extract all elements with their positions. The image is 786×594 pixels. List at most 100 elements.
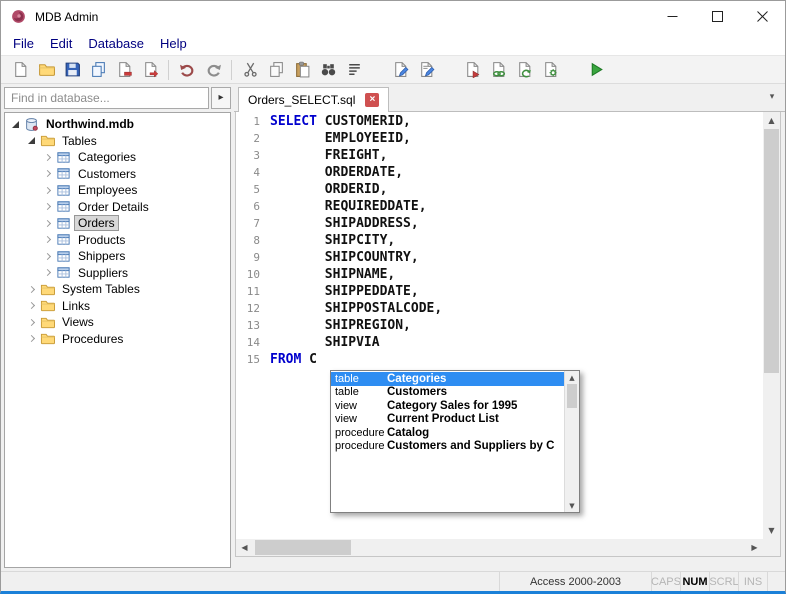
editor-horizontal-scrollbar[interactable]: ◀ ▶	[236, 539, 763, 556]
paste-button[interactable]	[289, 58, 315, 82]
tree-item-links[interactable]: Links	[5, 298, 230, 315]
autocomplete-kind: view	[331, 400, 387, 412]
tree-item-customers[interactable]: Customers	[5, 166, 230, 183]
tree-item-order-details[interactable]: Order Details	[5, 199, 230, 216]
app-logo-rose-icon	[10, 8, 27, 25]
tree-item-categories[interactable]: Categories	[5, 149, 230, 166]
scroll-right-icon[interactable]: ▶	[746, 539, 763, 556]
import-button[interactable]	[511, 58, 537, 82]
sql-editor[interactable]: 1SELECT CUSTOMERID,2 EMPLOYEEID,3 FREIGH…	[235, 112, 781, 557]
tree-arrow[interactable]	[41, 204, 54, 209]
editor-vertical-scrollbar[interactable]: ▲ ▼	[763, 112, 780, 539]
autocomplete-item-customers-and-suppliers-by-c[interactable]: procedureCustomers and Suppliers by C	[331, 440, 564, 454]
table-icon	[56, 183, 71, 198]
tree-item-tables[interactable]: Tables	[5, 133, 230, 150]
scroll-track[interactable]	[253, 539, 746, 556]
tree-item-shippers[interactable]: Shippers	[5, 248, 230, 265]
code-line: 8 SHIPCITY,	[240, 233, 762, 250]
tree-arrow[interactable]	[9, 121, 22, 128]
edit-query-button[interactable]	[413, 58, 439, 82]
open-database-button[interactable]	[33, 58, 59, 82]
menu-edit[interactable]: Edit	[42, 34, 80, 53]
scroll-track[interactable]	[565, 384, 579, 499]
run-query-button[interactable]	[583, 58, 609, 82]
code-text: SHIPADDRESS,	[270, 216, 419, 231]
copy-icon	[268, 61, 285, 78]
scroll-thumb[interactable]	[567, 384, 577, 408]
export-button[interactable]	[137, 58, 163, 82]
tab-close-icon[interactable]: ×	[365, 93, 379, 107]
autocomplete-item-categories[interactable]: tableCategories	[331, 372, 564, 386]
copy-button[interactable]	[263, 58, 289, 82]
scroll-thumb[interactable]	[764, 129, 779, 373]
database-icon	[24, 117, 39, 132]
scroll-thumb[interactable]	[255, 540, 351, 555]
save-button[interactable]	[59, 58, 85, 82]
script-button[interactable]	[341, 58, 367, 82]
toolbar-separator	[168, 60, 169, 80]
linked-tables-button[interactable]	[485, 58, 511, 82]
redo-button[interactable]	[200, 58, 226, 82]
database-options-button[interactable]	[537, 58, 563, 82]
tree-arrow[interactable]	[41, 254, 54, 259]
code-line: 14 SHIPVIA	[240, 335, 762, 352]
tree-item-suppliers[interactable]: Suppliers	[5, 265, 230, 282]
tree-arrow[interactable]	[25, 303, 38, 308]
undo-button[interactable]	[174, 58, 200, 82]
tree-arrow[interactable]	[41, 221, 54, 226]
chevron-right-icon	[28, 302, 35, 309]
autocomplete-item-customers[interactable]: tableCustomers	[331, 386, 564, 400]
save-all-button[interactable]	[85, 58, 111, 82]
scroll-down-icon[interactable]: ▼	[565, 499, 579, 512]
tree-item-employees[interactable]: Employees	[5, 182, 230, 199]
tree-item-procedures[interactable]: Procedures	[5, 331, 230, 348]
find-button[interactable]	[315, 58, 341, 82]
tree-item-system-tables[interactable]: System Tables	[5, 281, 230, 298]
scroll-up-icon[interactable]: ▲	[565, 371, 579, 384]
tree-item-products[interactable]: Products	[5, 232, 230, 249]
autocomplete-item-current-product-list[interactable]: viewCurrent Product List	[331, 413, 564, 427]
table-icon	[56, 150, 71, 165]
tree-item-views[interactable]: Views	[5, 314, 230, 331]
tree-arrow[interactable]	[41, 155, 54, 160]
tree-arrow[interactable]	[25, 320, 38, 325]
tree-arrow[interactable]	[41, 171, 54, 176]
scroll-track[interactable]	[763, 129, 780, 522]
menu-database[interactable]: Database	[80, 34, 152, 53]
tree-arrow[interactable]	[41, 188, 54, 193]
close-file-button[interactable]	[111, 58, 137, 82]
menu-help[interactable]: Help	[152, 34, 195, 53]
maximize-button[interactable]	[695, 1, 740, 32]
scroll-left-icon[interactable]: ◀	[236, 539, 253, 556]
tree-arrow[interactable]	[41, 237, 54, 242]
new-query-button[interactable]	[387, 58, 413, 82]
scroll-up-icon[interactable]: ▲	[763, 112, 780, 129]
tree-arrow[interactable]	[25, 287, 38, 292]
tab-orders-select-sql[interactable]: Orders_SELECT.sql ×	[238, 87, 389, 112]
tab-list-button[interactable]: ▾	[763, 89, 781, 107]
autocomplete-item-category-sales-for-1995[interactable]: viewCategory Sales for 1995	[331, 399, 564, 413]
tree-item-orders[interactable]: Orders	[5, 215, 230, 232]
scroll-down-icon[interactable]: ▼	[763, 522, 780, 539]
new-file-button[interactable]	[7, 58, 33, 82]
tree-arrow[interactable]	[25, 336, 38, 341]
cut-button[interactable]	[237, 58, 263, 82]
tree-arrow[interactable]	[25, 137, 38, 144]
import-icon	[516, 61, 533, 78]
code-text: SHIPCOUNTRY,	[270, 250, 419, 265]
autocomplete-item-catalog[interactable]: procedureCatalog	[331, 426, 564, 440]
title-bar[interactable]: MDB Admin	[1, 1, 785, 32]
execute-script-file-button[interactable]	[459, 58, 485, 82]
tree-arrow[interactable]	[41, 270, 54, 275]
menu-file[interactable]: File	[5, 34, 42, 53]
autocomplete-name: Categories	[387, 373, 446, 385]
autocomplete-kind: procedure	[331, 440, 387, 452]
search-input[interactable]	[4, 87, 209, 109]
line-number: 5	[240, 183, 260, 196]
search-go-button[interactable]: ▸	[211, 87, 231, 109]
close-button[interactable]	[740, 1, 785, 32]
minimize-button[interactable]	[650, 1, 695, 32]
autocomplete-scrollbar[interactable]: ▲ ▼	[564, 371, 579, 512]
tree-item-northwind-mdb[interactable]: Northwind.mdb	[5, 116, 230, 133]
autocomplete-kind: table	[331, 386, 387, 398]
